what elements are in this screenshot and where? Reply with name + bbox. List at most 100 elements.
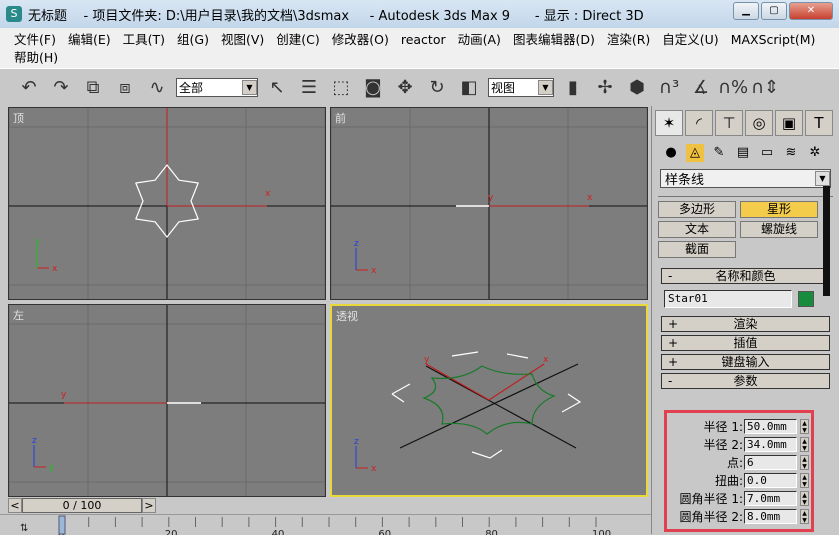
menu-item[interactable]: 帮助(H) [14,49,58,67]
percent-snap-icon[interactable]: ∩% [718,75,748,101]
scale-icon[interactable]: ◧ [456,75,482,101]
param-input[interactable]: 50.0mm [744,418,797,434]
spinner-icon[interactable]: ▲ ▼ [800,436,809,452]
angle-snap-icon[interactable]: ∡ [688,75,714,101]
param-input[interactable]: 8.0mm [744,508,797,524]
spinner-icon[interactable]: ▲ ▼ [800,418,809,434]
app-icon[interactable]: S [6,6,22,22]
viewport-left[interactable]: y y z 左 [8,304,326,497]
rollout-parameters[interactable]: - 参数 [661,373,830,389]
menu-item[interactable]: 图表编辑器(D) [513,31,595,49]
manipulate-icon[interactable]: ✢ [592,75,618,101]
track-bar[interactable]: 020406080100⇅ [0,514,651,535]
cameras-icon[interactable]: ▤ [734,144,752,162]
selection-bracket [391,383,411,395]
rollout-keyboard-entry[interactable]: + 键盘输入 [661,354,830,370]
prev-frame-button[interactable]: < [8,497,22,513]
modify-tab-icon[interactable]: ◜ [685,110,713,136]
redo-icon[interactable]: ↷ [48,75,74,101]
object-type-button[interactable]: 多边形 [658,201,736,218]
param-label: 圆角半径 2: [679,509,744,524]
maximize-button[interactable]: ▢ [761,2,787,20]
object-type-button[interactable]: 螺旋线 [740,221,818,238]
motion-tab-icon[interactable]: ◎ [745,110,773,136]
spinner-icon[interactable]: ▲ ▼ [800,472,809,488]
param-row: 圆角半径 1: 7.0mm ▲ ▼ [667,489,811,507]
pivot-center-icon[interactable]: ▮ [560,75,586,101]
viewport-label[interactable]: 前 [335,110,346,126]
menu-item[interactable]: reactor [401,31,446,49]
move-icon[interactable]: ✥ [392,75,418,101]
bind-space-warp-icon[interactable]: ∿ [144,75,170,101]
snap-3d-icon[interactable]: ∩³ [656,75,682,101]
object-type-button[interactable]: 星形 [740,201,818,218]
close-button[interactable]: ✕ [789,2,833,20]
display-tab-icon[interactable]: ▣ [775,110,803,136]
link-icon[interactable]: ⧉ [80,75,106,101]
utilities-tab-icon[interactable]: T [805,110,833,136]
viewport-label[interactable]: 顶 [13,110,24,126]
spinner-icon[interactable]: ▲ ▼ [800,454,809,470]
window-crossing-icon[interactable]: ◙ [360,75,386,101]
menu-item[interactable]: 自定义(U) [662,31,718,49]
create-tab-icon[interactable]: ✶ [655,110,683,136]
menu-item[interactable]: 文件(F) [14,31,56,49]
unlink-icon[interactable]: ⧈ [112,75,138,101]
rect-selection-icon[interactable]: ⬚ [328,75,354,101]
menu-item[interactable]: 组(G) [177,31,209,49]
rollout-interpolation[interactable]: + 插值 [661,335,830,351]
rollout-name-color[interactable]: - 名称和颜色 [661,268,830,284]
select-icon[interactable]: ↖ [264,75,290,101]
param-input[interactable]: 34.0mm [744,436,797,452]
menu-item[interactable]: 视图(V) [221,31,264,49]
minimize-button[interactable]: ▁ [733,2,759,20]
lights-icon[interactable]: ✎ [710,144,728,162]
rotate-icon[interactable]: ↻ [424,75,450,101]
geometry-icon[interactable]: ● [662,144,680,162]
menu-item[interactable]: 编辑(E) [68,31,111,49]
viewport-label[interactable]: 左 [13,307,24,323]
viewport-front[interactable]: x y x z 前 [330,107,648,300]
menu-item[interactable]: 创建(C) [276,31,319,49]
selection-bracket [506,353,529,359]
parameters-group: 半径 1: 50.0mm ▲ ▼ 半径 2: 34.0mm ▲ ▼ 点: 6 ▲ ▼ 扭曲: 0.0 ▲ ▼ 圆… [664,410,814,532]
panel-scrollbar[interactable] [823,186,830,296]
menu-item[interactable]: 渲染(R) [607,31,650,49]
menu-item[interactable]: 工具(T) [123,31,165,49]
helpers-icon[interactable]: ▭ [758,144,776,162]
menu-item[interactable]: 修改器(O) [332,31,389,49]
next-frame-button[interactable]: > [142,497,156,513]
param-input[interactable]: 0.0 [744,472,797,488]
param-row: 圆角半径 2: 8.0mm ▲ ▼ [667,507,811,525]
spinner-snap-icon[interactable]: ∩⇕ [751,75,779,101]
systems-icon[interactable]: ✲ [806,144,824,162]
menu-item[interactable]: MAXScript(M) [731,31,816,49]
shapes-icon[interactable]: ◬ [686,144,704,162]
object-type-button[interactable]: 文本 [658,221,736,238]
selection-filter-dropdown[interactable]: 全部 ▼ [176,78,258,97]
select-by-name-icon[interactable]: ☰ [296,75,322,101]
hierarchy-tab-icon[interactable]: ⊤ [715,110,743,136]
viewport-perspective[interactable]: y x x z 透视 [330,304,648,497]
keyboard-shortcut-icon[interactable]: ⬢ [624,75,650,101]
category-dropdown[interactable]: 样条线 ▼ [660,169,831,188]
viewport-label[interactable]: 透视 [336,308,358,324]
spinner-icon[interactable]: ▲ ▼ [800,508,809,524]
space-warps-icon[interactable]: ≋ [782,144,800,162]
viewport-top[interactable]: x x y 顶 [8,107,326,300]
spinner-icon[interactable]: ▲ ▼ [800,490,809,506]
reference-coord-dropdown[interactable]: 视图 ▼ [488,78,554,97]
menu-item[interactable]: 动画(A) [458,31,501,49]
object-name-input[interactable]: Star01 [664,290,792,308]
time-slider[interactable]: 0 / 100 [22,497,142,513]
object-type-button[interactable]: 截面 [658,241,736,258]
param-input[interactable]: 6 [744,454,797,470]
object-color-swatch[interactable] [798,291,814,307]
param-input[interactable]: 7.0mm [744,490,797,506]
param-row: 半径 2: 34.0mm ▲ ▼ [667,435,811,453]
window-title: 无标题 - 项目文件夹: D:\用户目录\我的文档\3dsmax - Autod… [28,8,644,24]
undo-icon[interactable]: ↶ [16,75,42,101]
axis-label: z [32,436,37,446]
rollout-rendering[interactable]: + 渲染 [661,316,830,332]
param-label: 点: [726,455,743,470]
